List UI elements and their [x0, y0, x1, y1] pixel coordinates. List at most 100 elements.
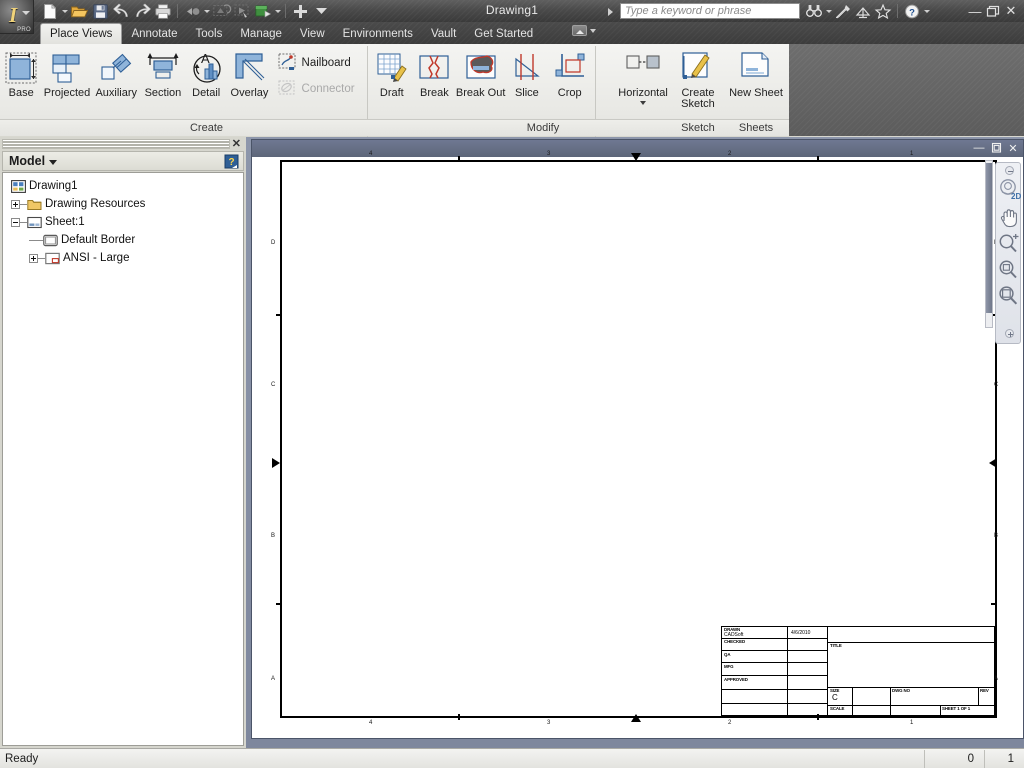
zone-label-left-c: C: [271, 382, 276, 388]
detail-view-button[interactable]: A Detail: [185, 44, 227, 99]
tab-environments[interactable]: Environments: [334, 24, 422, 44]
new-file-icon[interactable]: [40, 1, 60, 21]
zoom-in-button[interactable]: [998, 233, 1020, 257]
tab-tools[interactable]: Tools: [186, 24, 231, 44]
navigation-bar[interactable]: 2D: [995, 162, 1021, 344]
overlay-view-button[interactable]: Overlay: [227, 44, 271, 99]
zone-tick-left-1: [276, 314, 282, 316]
base-view-button[interactable]: Base: [0, 44, 42, 99]
tab-place-views[interactable]: Place Views: [40, 23, 123, 44]
auxiliary-view-button[interactable]: Auxiliary: [92, 44, 141, 99]
nailboard-button[interactable]: Nailboard: [278, 52, 355, 74]
document-restore-button[interactable]: [988, 141, 1004, 155]
help-question-icon[interactable]: ?: [224, 154, 239, 169]
horizontal-dropdown-icon[interactable]: [640, 101, 647, 105]
browser-close-icon[interactable]: ✕: [232, 137, 241, 150]
slice-label: Slice: [514, 87, 539, 99]
vertical-scrollbar[interactable]: [985, 160, 993, 328]
tree-item-label: ANSI - Large: [63, 252, 130, 264]
zoom-window-button[interactable]: [998, 259, 1020, 283]
scrollbar-thumb[interactable]: [986, 163, 992, 313]
return-icon[interactable]: [182, 1, 202, 21]
tree-item-default-border[interactable]: Default Border: [3, 231, 243, 249]
update-icon[interactable]: [211, 1, 232, 21]
tab-view[interactable]: View: [291, 24, 334, 44]
projected-view-button[interactable]: Projected: [42, 44, 91, 99]
pan-hand-button[interactable]: [998, 207, 1020, 231]
tree-connector: [36, 239, 43, 241]
tree-item-drawing1[interactable]: Drawing1: [3, 177, 243, 195]
expand-ansi-large-icon[interactable]: [29, 253, 38, 263]
new-sheet-button[interactable]: New Sheet: [723, 44, 789, 99]
draft-view-button[interactable]: Draft: [371, 44, 413, 99]
material-dropdown-icon[interactable]: [274, 1, 281, 21]
qat-overflow-icon[interactable]: [311, 1, 331, 21]
customize-icon[interactable]: [290, 1, 310, 21]
view-cube-2d-button[interactable]: 2D: [998, 177, 1021, 201]
tab-annotate[interactable]: Annotate: [122, 24, 186, 44]
browser-dropdown-icon[interactable]: [49, 160, 58, 165]
browser-drag-grip[interactable]: [2, 139, 230, 149]
search-dropdown-icon[interactable]: [825, 2, 832, 20]
section-view-button[interactable]: Section: [141, 44, 185, 99]
title-block[interactable]: DRAWN CADSoft CHECKED QA MFG APPROVED 4/…: [721, 626, 996, 717]
open-file-icon[interactable]: [69, 1, 89, 21]
tree-item-sheet-1[interactable]: Sheet:1: [3, 213, 243, 231]
print-icon[interactable]: [153, 1, 173, 21]
create-sketch-button[interactable]: Create Sketch: [673, 44, 723, 110]
document-minimize-button[interactable]: —: [971, 141, 987, 155]
inventor-logo-icon: I: [9, 3, 18, 27]
select-icon[interactable]: [232, 1, 252, 21]
save-icon[interactable]: [90, 1, 110, 21]
search-input[interactable]: Type a keyword or phrase: [620, 3, 800, 19]
app-menu-caret-icon[interactable]: [22, 11, 30, 15]
undo-icon[interactable]: [111, 1, 131, 21]
material-icon[interactable]: [253, 1, 273, 21]
application-menu-button[interactable]: I PRO: [0, 0, 34, 34]
search-binoculars-icon[interactable]: [805, 2, 823, 20]
zone-label-bottom-1: 1: [910, 720, 914, 726]
model-tree[interactable]: Drawing1 Drawing Resources Sheet:1 Defau…: [2, 172, 244, 746]
new-file-dropdown-icon[interactable]: [61, 1, 68, 21]
overlay-view-label: Overlay: [230, 87, 269, 99]
ribbon-options-caret-icon[interactable]: [590, 28, 596, 33]
close-button[interactable]: ✕: [1002, 1, 1020, 21]
title-block-label-column: DRAWN CADSoft CHECKED QA MFG APPROVED: [722, 627, 788, 717]
navbar-close-icon[interactable]: [1005, 166, 1014, 175]
redo-icon[interactable]: [132, 1, 152, 21]
connector-button[interactable]: Connector: [278, 78, 355, 100]
tab-manage[interactable]: Manage: [231, 24, 291, 44]
drawing-sheet[interactable]: 4 3 2 1 4 3 2 1 D C B A D C B: [271, 151, 998, 726]
dwg-no-label: DWG NO: [892, 688, 910, 693]
crop-button[interactable]: Crop: [548, 44, 591, 99]
horizontal-retrieve-button[interactable]: Horizontal: [613, 44, 673, 105]
restore-button[interactable]: [984, 1, 1002, 21]
tree-item-drawing-resources[interactable]: Drawing Resources: [3, 195, 243, 213]
inventor-help-wrench-icon[interactable]: [834, 2, 852, 20]
toolbar-divider: [897, 4, 898, 18]
break-out-button[interactable]: Break Out: [456, 44, 506, 99]
minimize-button[interactable]: —: [966, 1, 984, 21]
tab-get-started[interactable]: Get Started: [465, 24, 542, 44]
qat-divider-1: [177, 4, 178, 18]
drawn-date-value: 4/6/2010: [791, 630, 811, 636]
zoom-all-button[interactable]: [998, 285, 1020, 309]
ribbon-display-options[interactable]: [572, 25, 596, 36]
tree-item-ansi-large[interactable]: ANSI - Large: [3, 249, 243, 267]
qat-divider-2: [285, 4, 286, 18]
navbar-expand-icon[interactable]: [1005, 329, 1014, 338]
help-circle-icon[interactable]: ?: [903, 2, 921, 20]
title-dropdown-icon[interactable]: [608, 8, 613, 16]
subscription-center-icon[interactable]: [854, 2, 872, 20]
expand-drawing-resources-icon[interactable]: [11, 199, 20, 209]
tab-vault[interactable]: Vault: [422, 24, 465, 44]
break-button[interactable]: Break: [413, 44, 456, 99]
return-dropdown-icon[interactable]: [203, 1, 210, 21]
collapse-sheet-1-icon[interactable]: [11, 217, 20, 227]
document-close-button[interactable]: ✕: [1005, 141, 1021, 155]
ribbon-minimize-icon[interactable]: [572, 25, 587, 36]
center-mark-top-icon: [631, 153, 641, 161]
favorites-star-icon[interactable]: [874, 2, 892, 20]
help-dropdown-icon[interactable]: [923, 2, 930, 20]
slice-button[interactable]: Slice: [505, 44, 548, 99]
